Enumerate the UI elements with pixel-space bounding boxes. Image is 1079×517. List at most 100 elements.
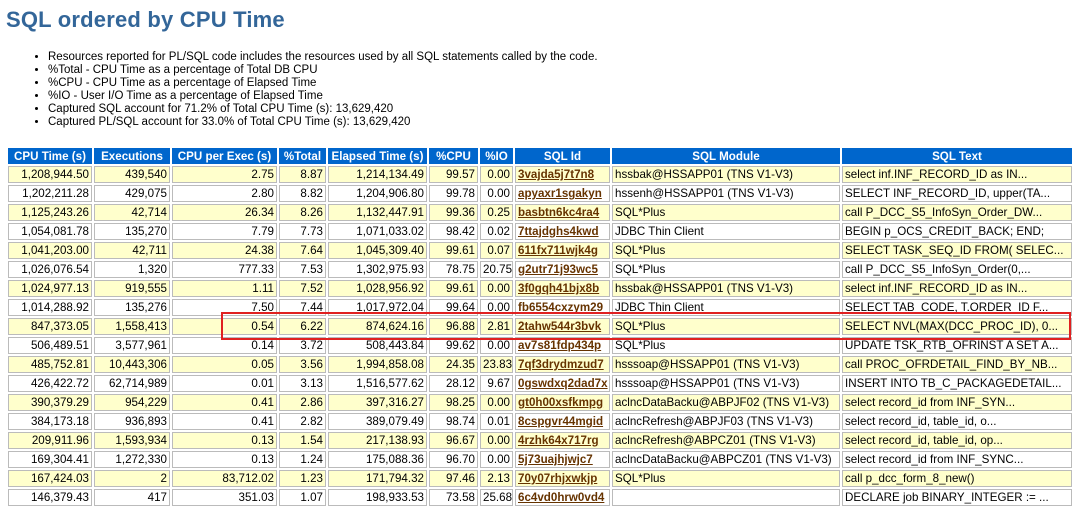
- cpu-per-exec-cell: 0.05: [172, 356, 277, 373]
- sql-id-link[interactable]: 7qf3drydmzud7: [518, 358, 604, 371]
- elapsed-time-cell: 1,132,447.91: [328, 204, 427, 221]
- sql-module-cell: hssbak@HSSAPP01 (TNS V1-V3): [612, 280, 840, 297]
- sql-id-cell: av7s81fdp434p: [515, 337, 610, 354]
- sql-module-cell: JDBC Thin Client: [612, 299, 840, 316]
- sql-text-cell: SELECT NVL(MAX(DCC_PROC_ID), 0...: [842, 318, 1072, 335]
- sql-text-cell: SELECT TASK_SEQ_ID FROM( SELEC...: [842, 242, 1072, 259]
- pct-io-cell: 20.75: [480, 261, 513, 278]
- sql-id-cell: fb6554cxzym29: [515, 299, 610, 316]
- sql-id-link[interactable]: 3f0gqh41bjx8b: [518, 282, 599, 295]
- cpu-time-cell: 1,026,076.54: [8, 261, 92, 278]
- sql-module-cell: JDBC Thin Client: [612, 223, 840, 240]
- sql-id-link[interactable]: 70y07rhjxwkjp: [518, 472, 597, 485]
- elapsed-time-cell: 1,214,134.49: [328, 166, 427, 183]
- table-row: 390,379.29 954,229 0.41 2.86 397,316.27 98.25…: [8, 394, 1072, 411]
- sql-id-link[interactable]: fb6554cxzym29: [518, 301, 603, 314]
- sql-text-cell: call P_DCC_S5_InfoSyn_Order_DW...: [842, 204, 1072, 221]
- sql-id-link[interactable]: 0gswdxq2dad7x: [518, 377, 608, 390]
- sql-id-link[interactable]: gt0h00xsfkmpg: [518, 396, 603, 409]
- table-row: 1,041,203.00 42,711 24.38 7.64 1,045,309.40 9…: [8, 242, 1072, 259]
- elapsed-time-cell: 397,316.27: [328, 394, 427, 411]
- executions-cell: 42,711: [94, 242, 170, 259]
- table-row: 1,208,944.50 439,540 2.75 8.87 1,214,134.49 9…: [8, 166, 1072, 183]
- col-header-pct-io[interactable]: %IO: [480, 148, 513, 164]
- col-header-pct-cpu[interactable]: %CPU: [429, 148, 478, 164]
- sql-id-link[interactable]: 8cspgvr44mgid: [518, 415, 603, 428]
- executions-cell: 10,443,306: [94, 356, 170, 373]
- col-header-cpu-time[interactable]: CPU Time (s): [8, 148, 92, 164]
- sql-module-cell: hsssoap@HSSAPP01 (TNS V1-V3): [612, 375, 840, 392]
- pct-io-cell: 23.83: [480, 356, 513, 373]
- col-header-sql-module[interactable]: SQL Module: [612, 148, 840, 164]
- executions-cell: 135,276: [94, 299, 170, 316]
- cpu-time-cell: 167,424.03: [8, 470, 92, 487]
- cpu-time-cell: 1,014,288.92: [8, 299, 92, 316]
- col-header-elapsed-time[interactable]: Elapsed Time (s): [328, 148, 427, 164]
- elapsed-time-cell: 1,302,975.93: [328, 261, 427, 278]
- table-row: 384,173.18 936,893 0.41 2.82 389,079.49 98.74…: [8, 413, 1072, 430]
- elapsed-time-cell: 1,017,972.04: [328, 299, 427, 316]
- sql-text-cell: select inf.INF_RECORD_ID as IN...: [842, 280, 1072, 297]
- pct-total-cell: 1.23: [279, 470, 326, 487]
- cpu-time-cell: 209,911.96: [8, 432, 92, 449]
- sql-id-link[interactable]: 6c4vd0hrw0vd4: [518, 491, 604, 504]
- sql-text-cell: BEGIN p_OCS_CREDIT_BACK; END;: [842, 223, 1072, 240]
- elapsed-time-cell: 1,045,309.40: [328, 242, 427, 259]
- executions-cell: 1,558,413: [94, 318, 170, 335]
- sql-id-link[interactable]: basbtn6kc4ra4: [518, 206, 599, 219]
- table-row: 847,373.05 1,558,413 0.54 6.22 874,624.16 96.…: [8, 318, 1072, 335]
- sql-module-cell: SQL*Plus: [612, 204, 840, 221]
- cpu-time-cell: 1,125,243.26: [8, 204, 92, 221]
- table-row: 1,202,211.28 429,075 2.80 8.82 1,204,906.80 9…: [8, 185, 1072, 202]
- executions-cell: 1,593,934: [94, 432, 170, 449]
- pct-io-cell: 0.02: [480, 223, 513, 240]
- cpu-per-exec-cell: 1.11: [172, 280, 277, 297]
- sql-id-link[interactable]: 3vajda5j7t7n8: [518, 168, 594, 181]
- col-header-executions[interactable]: Executions: [94, 148, 170, 164]
- sql-id-link[interactable]: 5j73uajhjwjc7: [518, 453, 593, 466]
- table-row: 426,422.72 62,714,989 0.01 3.13 1,516,577.62…: [8, 375, 1072, 392]
- col-header-sql-id[interactable]: SQL Id: [515, 148, 610, 164]
- col-header-pct-total[interactable]: %Total: [279, 148, 326, 164]
- cpu-per-exec-cell: 26.34: [172, 204, 277, 221]
- sql-id-link[interactable]: apyaxr1sgakyn: [518, 187, 602, 200]
- pct-cpu-cell: 28.12: [429, 375, 478, 392]
- cpu-per-exec-cell: 83,712.02: [172, 470, 277, 487]
- sql-id-cell: apyaxr1sgakyn: [515, 185, 610, 202]
- pct-cpu-cell: 78.75: [429, 261, 478, 278]
- pct-total-cell: 3.13: [279, 375, 326, 392]
- notes-list: Resources reported for PL/SQL code inclu…: [30, 51, 598, 128]
- col-header-cpu-per-exec[interactable]: CPU per Exec (s): [172, 148, 277, 164]
- executions-cell: 42,714: [94, 204, 170, 221]
- pct-cpu-cell: 98.74: [429, 413, 478, 430]
- sql-text-cell: call PROC_OFRDETAIL_FIND_BY_NB...: [842, 356, 1072, 373]
- sql-by-cpu-table: CPU Time (s) Executions CPU per Exec (s)…: [6, 146, 1074, 508]
- sql-id-cell: 3f0gqh41bjx8b: [515, 280, 610, 297]
- executions-cell: 1,320: [94, 261, 170, 278]
- sql-module-cell: SQL*Plus: [612, 470, 840, 487]
- table-row: 1,125,243.26 42,714 26.34 8.26 1,132,447.91 9…: [8, 204, 1072, 221]
- sql-id-cell: 8cspgvr44mgid: [515, 413, 610, 430]
- sql-id-link[interactable]: g2utr71j93wc5: [518, 263, 598, 276]
- pct-total-cell: 3.56: [279, 356, 326, 373]
- executions-cell: 439,540: [94, 166, 170, 183]
- pct-total-cell: 1.54: [279, 432, 326, 449]
- sql-id-link[interactable]: 611fx711wjk4g: [518, 244, 598, 257]
- pct-cpu-cell: 99.61: [429, 280, 478, 297]
- table-row: 1,026,076.54 1,320 777.33 7.53 1,302,975.93 7…: [8, 261, 1072, 278]
- col-header-sql-text[interactable]: SQL Text: [842, 148, 1072, 164]
- pct-io-cell: 0.00: [480, 166, 513, 183]
- cpu-per-exec-cell: 0.01: [172, 375, 277, 392]
- pct-io-cell: 0.00: [480, 185, 513, 202]
- sql-id-link[interactable]: av7s81fdp434p: [518, 339, 601, 352]
- sql-id-link[interactable]: 4rzhk64x717rg: [518, 434, 599, 447]
- table-row: 1,054,081.78 135,270 7.79 7.73 1,071,033.02 9…: [8, 223, 1072, 240]
- elapsed-time-cell: 1,071,033.02: [328, 223, 427, 240]
- note-item: Resources reported for PL/SQL code inclu…: [48, 51, 598, 64]
- pct-total-cell: 7.52: [279, 280, 326, 297]
- sql-module-cell: SQL*Plus: [612, 337, 840, 354]
- sql-module-cell: hssbak@HSSAPP01 (TNS V1-V3): [612, 166, 840, 183]
- cpu-per-exec-cell: 0.14: [172, 337, 277, 354]
- sql-id-link[interactable]: 2tahw544r3bvk: [518, 320, 601, 333]
- sql-id-link[interactable]: 7ttajdghs4kwd: [518, 225, 599, 238]
